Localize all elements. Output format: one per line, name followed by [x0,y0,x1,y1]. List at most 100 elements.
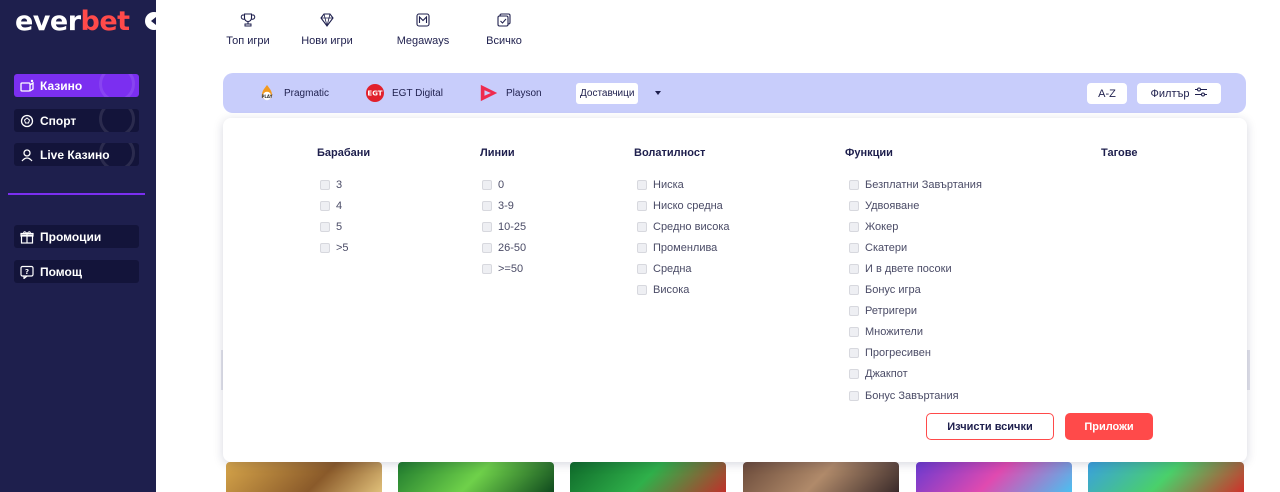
sort-az-button[interactable]: A-Z [1087,83,1127,104]
filter-option-features[interactable]: Бонус Завъртания [849,388,959,404]
filter-option-lines[interactable]: 3-9 [482,198,514,214]
option-label: Средна [653,263,692,275]
checkbox[interactable] [320,222,330,232]
filter-option-reels[interactable]: 3 [320,177,342,193]
chevron-down-icon[interactable] [655,91,661,95]
filter-button[interactable]: Филтър [1137,83,1221,104]
game-thumbnail[interactable] [570,462,726,492]
filter-option-volatility[interactable]: Висока [637,282,689,298]
filter-option-reels[interactable]: 5 [320,219,342,235]
checkbox[interactable] [320,201,330,211]
tab-top-games[interactable]: Топ игри [223,12,273,47]
provider-label: Pragmatic [284,87,330,99]
checkbox[interactable] [849,264,859,274]
checkbox[interactable] [849,222,859,232]
everbet-logo[interactable]: everbet [15,6,130,37]
filter-option-lines[interactable]: 26-50 [482,240,526,256]
checkbox[interactable] [637,285,647,295]
checkbox[interactable] [849,201,859,211]
checkbox[interactable] [320,180,330,190]
game-thumbnail[interactable] [226,462,382,492]
tab-all-games[interactable]: Всичко [481,12,527,47]
game-thumbnail[interactable] [398,462,554,492]
checkbox[interactable] [637,264,647,274]
filter-label: Филтър [1150,87,1190,100]
checkbox[interactable] [849,306,859,316]
filter-option-lines[interactable]: 10-25 [482,219,526,235]
checkbox[interactable] [482,222,492,232]
filter-option-volatility[interactable]: Променлива [637,240,717,256]
checkbox[interactable] [320,243,330,253]
checkbox[interactable] [849,369,859,379]
tab-new-games[interactable]: Нови игри [289,12,365,47]
filter-option-features[interactable]: И в двете посоки [849,261,952,277]
checkbox[interactable] [482,243,492,253]
checkbox[interactable] [849,285,859,295]
filter-option-volatility[interactable]: Средно висока [637,219,730,235]
filter-option-features[interactable]: Удвояване [849,198,919,214]
filter-option-reels[interactable]: 4 [320,198,342,214]
apply-button[interactable]: Приложи [1065,413,1153,440]
filter-title-lines: Линии [480,147,515,159]
filter-option-volatility[interactable]: Средна [637,261,692,277]
filter-option-features[interactable]: Бонус игра [849,282,921,298]
checkbox[interactable] [637,180,647,190]
sidebar-item-help[interactable]: ? Помощ [14,260,139,283]
filter-option-features[interactable]: Прогресивен [849,345,931,361]
option-label: >5 [336,242,349,254]
sidebar-item-promotions[interactable]: Промоции [14,225,139,248]
game-thumbnail[interactable] [916,462,1072,492]
clear-all-button[interactable]: Изчисти всички [926,413,1054,440]
option-label: Джакпот [865,368,908,380]
suppliers-dropdown[interactable]: Доставчици [576,83,639,104]
egt-logo-icon: EGT [365,83,385,103]
provider-pragmatic[interactable]: PLAY Pragmatic [257,83,329,103]
filter-option-features[interactable]: Жокер [849,219,898,235]
gift-icon [20,230,34,244]
filter-option-volatility[interactable]: Ниско средна [637,198,723,214]
option-label: Ретригери [865,305,918,317]
checkbox[interactable] [637,243,647,253]
filter-option-reels[interactable]: >5 [320,240,349,256]
sidebar-item-sport[interactable]: Спорт [14,109,139,132]
sidebar-collapse-button[interactable] [145,12,163,30]
option-label: Жокер [865,221,899,233]
filter-option-features[interactable]: Множители [849,324,923,340]
filter-option-features[interactable]: Скатери [849,240,907,256]
pragmatic-play-logo-icon: PLAY [257,83,277,103]
checkbox[interactable] [849,243,859,253]
tab-megaways[interactable]: Megaways [392,12,454,47]
checkbox[interactable] [849,180,859,190]
option-label: 10-25 [498,221,527,233]
checkbox[interactable] [849,348,859,358]
sidebar-item-casino[interactable]: Казино [14,74,139,97]
option-label: Бонус игра [865,284,921,296]
checkbox[interactable] [849,327,859,337]
logo-text-ever: ever [15,6,81,37]
decorative-ring-icon [99,74,135,97]
filter-option-lines[interactable]: >=50 [482,261,523,277]
checkbox[interactable] [482,180,492,190]
filter-option-volatility[interactable]: Ниска [637,177,684,193]
checkbox[interactable] [849,391,859,401]
option-label: 26-50 [498,242,527,254]
filter-option-features[interactable]: Джакпот [849,366,908,382]
checkbox[interactable] [482,201,492,211]
suppliers-label: Доставчици [580,88,635,99]
option-label: Ниска [653,179,684,191]
checkbox[interactable] [637,222,647,232]
game-thumbnail[interactable] [743,462,899,492]
checkbox[interactable] [637,201,647,211]
sidebar-item-live-casino[interactable]: Live Казино [14,143,139,166]
filter-option-features[interactable]: Ретригери [849,303,917,319]
provider-playson[interactable]: Playson [479,83,542,103]
filter-option-features[interactable]: Безплатни Завъртания [849,177,982,193]
tab-label: Топ игри [226,35,270,47]
megaways-icon [415,12,431,28]
provider-egt-digital[interactable]: EGT EGT Digital [365,83,443,103]
checkbox[interactable] [482,264,492,274]
option-label: Висока [653,284,690,296]
game-thumbnail[interactable] [1088,462,1244,492]
filter-title-volatility: Волатилност [634,147,706,159]
filter-option-lines[interactable]: 0 [482,177,504,193]
